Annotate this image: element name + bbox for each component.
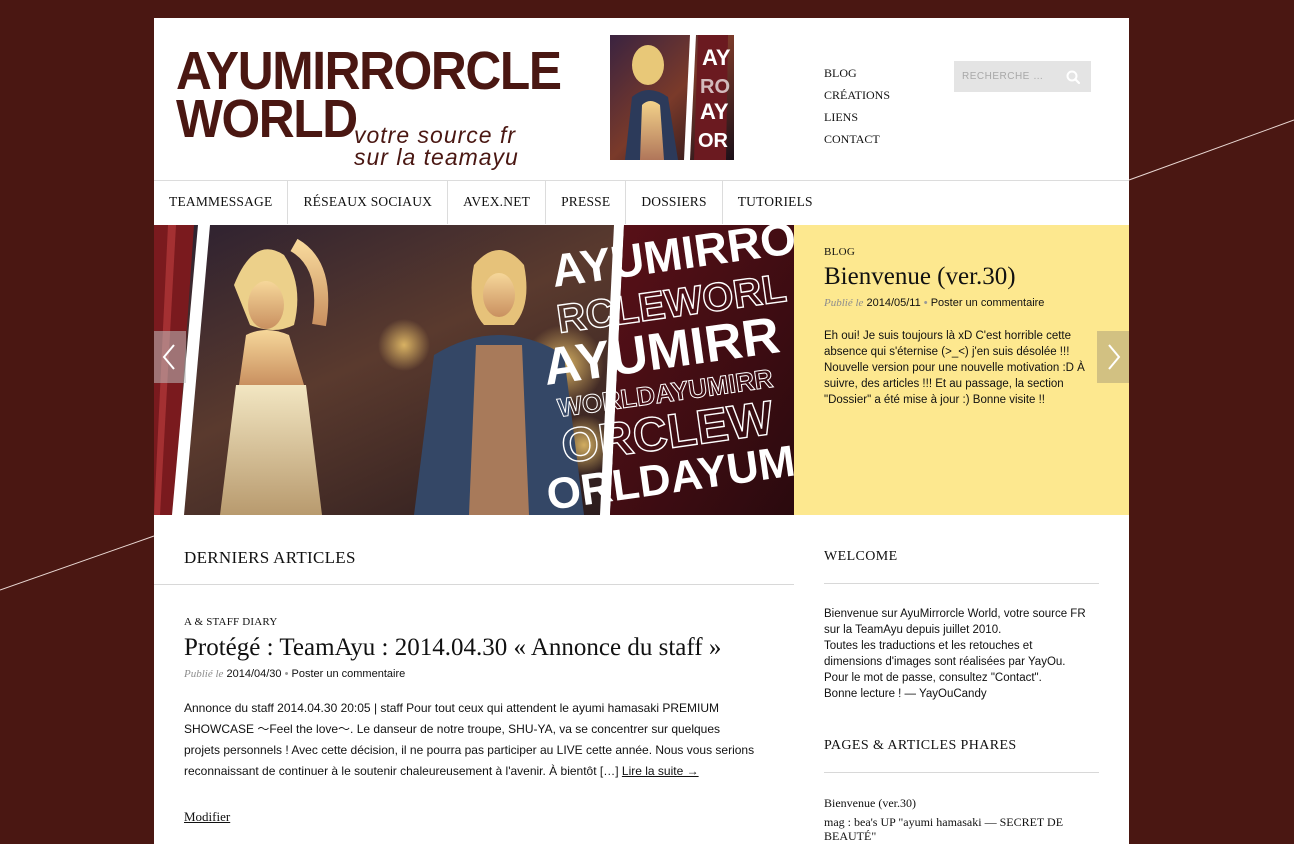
site-logo[interactable]: AYUMIRRORCLE WORLD votre source fr sur l… (176, 44, 562, 169)
search-box (954, 61, 1091, 92)
edit-post-link[interactable]: Modifier (184, 809, 230, 825)
nav-tutoriels[interactable]: TUTORIELS (723, 181, 828, 224)
post-published-label: Publié le (184, 668, 224, 680)
nav-avex-net[interactable]: AVEX.NET (448, 181, 547, 224)
welcome-line: dimensions d'images sont réalisées par Y… (824, 656, 1066, 668)
top-link-liens[interactable]: LIENS (824, 106, 890, 128)
logo-tagline: votre source fr sur la teamayu (354, 122, 554, 170)
read-more-link[interactable]: Lire la suite → (622, 764, 699, 778)
sidebar-page-link[interactable]: mag : bea's UP "ayumi hamasaki — SECRET … (824, 815, 1104, 843)
sidebar-pages-list: Bienvenue (ver.30) mag : bea's UP "ayumi… (824, 796, 1104, 844)
welcome-line: sur la TeamAyu depuis juillet 2010. (824, 624, 1002, 636)
main-nav: TEAMMESSAGE RÉSEAUX SOCIAUX AVEX.NET PRE… (154, 180, 1129, 224)
sidebar-divider (824, 772, 1099, 773)
top-link-creations[interactable]: CRÉATIONS (824, 84, 890, 106)
nav-presse[interactable]: PRESSE (546, 181, 627, 224)
post-date[interactable]: 2014/04/30 (226, 668, 281, 680)
section-title-latest-articles: DERNIERS ARTICLES (184, 548, 356, 567)
logo-tagline-line2: sur la teamayu (354, 144, 519, 170)
slider-next-button[interactable] (1097, 331, 1129, 383)
logo-title-line2: WORLD (176, 89, 358, 149)
post-category[interactable]: A & STAFF DIARY (184, 616, 278, 628)
svg-text:RO: RO (700, 76, 730, 98)
svg-text:AY: AY (702, 45, 731, 70)
featured-slider: AYUMIRROR RCLEWORL AYUMIRR WORLDAYUMIRR … (154, 225, 1129, 515)
header-thumbnail-image: AY RO AY OR (610, 35, 734, 160)
sidebar-pages-title: PAGES & ARTICLES PHARES (824, 738, 1017, 753)
nav-teammessage[interactable]: TEAMMESSAGE (154, 181, 289, 224)
sidebar-page-link[interactable]: Bienvenue (ver.30) (824, 796, 1104, 810)
post-meta: Publié le 2014/04/30 • Poster un comment… (184, 668, 405, 680)
featured-banner-image[interactable]: AYUMIRROR RCLEWORL AYUMIRR WORLDAYUMIRR … (154, 225, 794, 515)
page-container: AYUMIRRORCLE WORLD votre source fr sur l… (154, 18, 1129, 844)
chevron-right-icon (1108, 344, 1121, 370)
search-icon[interactable] (1065, 69, 1081, 85)
slider-prev-button[interactable] (154, 331, 186, 383)
post-excerpt: Annonce du staff 2014.04.30 20:05 | staf… (184, 698, 759, 782)
featured-post-meta: Publié le 2014/05/11 • Poster un comment… (824, 297, 1044, 309)
featured-post-published-label: Publié le (824, 297, 864, 309)
post-title[interactable]: Protégé : TeamAyu : 2014.04.30 « Annonce… (184, 634, 721, 662)
featured-post-category[interactable]: BLOG (824, 246, 855, 258)
top-link-contact[interactable]: CONTACT (824, 128, 890, 150)
svg-text:AY: AY (700, 99, 729, 124)
top-menu: BLOG CRÉATIONS LIENS CONTACT (824, 62, 890, 150)
featured-post-date[interactable]: 2014/05/11 (866, 297, 920, 309)
sidebar-divider (824, 583, 1099, 584)
search-input[interactable] (954, 61, 1054, 92)
welcome-line: Toutes les traductions et les retouches … (824, 640, 1033, 652)
sidebar-welcome-title: WELCOME (824, 549, 898, 564)
welcome-line: Pour le mot de passe, consultez "Contact… (824, 672, 1042, 684)
welcome-line: Bienvenue sur AyuMirrorcle World, votre … (824, 608, 1086, 620)
post-separator: • (284, 668, 289, 680)
featured-post-separator: • (923, 297, 928, 309)
chevron-left-icon (162, 344, 175, 370)
section-divider (154, 584, 794, 585)
featured-post-panel: BLOG Bienvenue (ver.30) Publié le 2014/0… (794, 225, 1129, 515)
featured-post-comment-link[interactable]: Poster un commentaire (931, 297, 1045, 309)
welcome-line: Bonne lecture ! — YayOuCandy (824, 688, 987, 700)
featured-post-excerpt: Eh oui! Je suis toujours là xD C'est hor… (824, 330, 1085, 406)
post-comment-link[interactable]: Poster un commentaire (292, 668, 406, 680)
top-link-blog[interactable]: BLOG (824, 62, 890, 84)
nav-dossiers[interactable]: DOSSIERS (626, 181, 723, 224)
logo-tagline-line1: votre source fr (354, 122, 516, 148)
sidebar-welcome-text: Bienvenue sur AyuMirrorcle World, votre … (824, 606, 1104, 702)
nav-reseaux-sociaux[interactable]: RÉSEAUX SOCIAUX (288, 181, 449, 224)
featured-post-title[interactable]: Bienvenue (ver.30) (824, 263, 1016, 291)
svg-text:OR: OR (698, 130, 729, 152)
